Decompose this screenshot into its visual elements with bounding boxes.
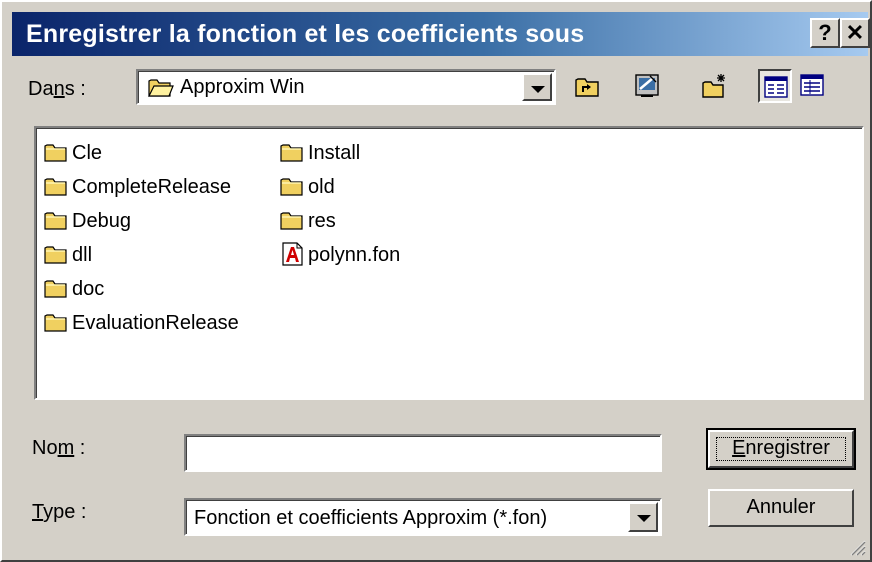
file-name: dll: [72, 244, 93, 266]
open-folder-icon: [148, 79, 174, 97]
close-button[interactable]: ✕: [840, 18, 870, 48]
cancel-button[interactable]: Annuler: [708, 489, 854, 527]
folder-icon: [44, 280, 67, 298]
location-dropdown-button[interactable]: [522, 73, 552, 101]
file-name: doc: [72, 278, 105, 300]
help-button[interactable]: ?: [810, 18, 840, 48]
folder-icon: [44, 246, 67, 264]
details-view-button[interactable]: [796, 69, 830, 103]
save-dialog: Enregistrer la fonction et les coefficie…: [0, 0, 872, 562]
folder-up-icon: [575, 78, 599, 97]
file-type-dropdown-button[interactable]: [628, 502, 658, 532]
list-view-icon: [764, 76, 788, 98]
folder-icon: [280, 212, 303, 230]
folder-icon: [280, 178, 303, 196]
folder-icon: [280, 144, 303, 162]
file-name: CompleteRelease: [72, 176, 231, 198]
save-button[interactable]: Enregistrer: [706, 428, 856, 470]
file-name: EvaluationRelease: [72, 312, 239, 334]
file-name: res: [308, 210, 336, 232]
list-view-button[interactable]: [758, 69, 792, 103]
folder-icon: [44, 314, 67, 332]
location-label: Dans :: [28, 78, 86, 100]
location-value: Approxim Win: [180, 76, 305, 98]
details-view-icon: [800, 74, 824, 96]
new-folder-icon: [702, 74, 725, 98]
file-name: Cle: [72, 142, 103, 164]
file-type-value: Fonction et coefficients Approxim (*.fon…: [194, 507, 548, 529]
resize-grip-icon[interactable]: [848, 538, 866, 556]
desktop-button[interactable]: [630, 69, 664, 103]
type-label: Type :: [32, 501, 87, 523]
document-icon: [282, 242, 303, 266]
file-name: Install: [308, 142, 361, 164]
file-name: old: [308, 176, 335, 198]
folder-icon: [44, 144, 67, 162]
name-label: Nom :: [32, 437, 86, 459]
folder-icon: [44, 212, 67, 230]
title-bar[interactable]: Enregistrer la fonction et les coefficie…: [12, 12, 870, 56]
filename-input[interactable]: [184, 434, 662, 472]
file-name: polynn.fon: [308, 244, 401, 266]
folder-icon: [44, 178, 67, 196]
desktop-icon: [635, 74, 659, 97]
file-type-select[interactable]: Fonction et coefficients Approxim (*.fon…: [184, 498, 662, 536]
up-one-level-button[interactable]: [570, 69, 604, 103]
file-name: Debug: [72, 210, 131, 232]
new-folder-button[interactable]: [698, 69, 732, 103]
file-list[interactable]: Cle CompleteRelease Debug dll doc Evalua…: [34, 126, 864, 400]
window-title: Enregistrer la fonction et les coefficie…: [26, 20, 585, 48]
location-combobox[interactable]: Approxim Win: [136, 69, 556, 105]
